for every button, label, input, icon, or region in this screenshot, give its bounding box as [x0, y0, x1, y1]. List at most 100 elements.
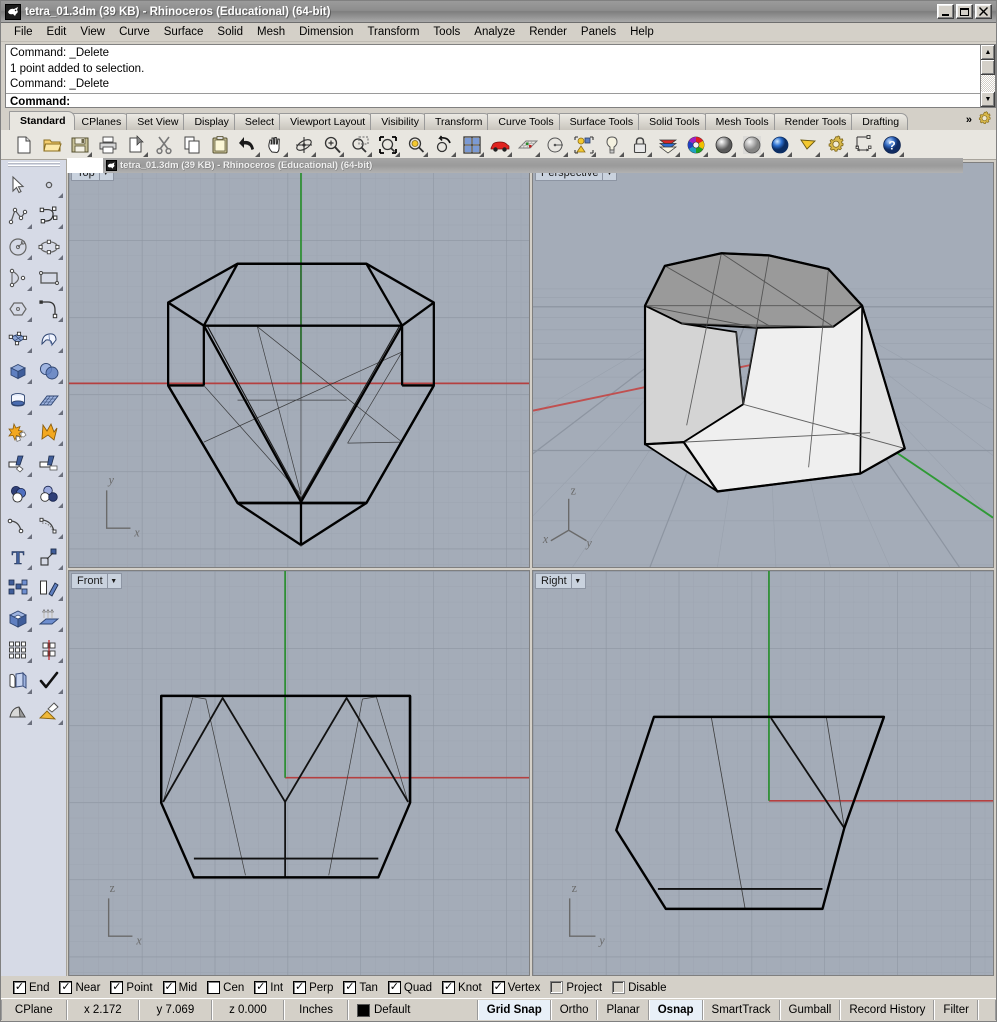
- status-toggle-osnap[interactable]: Osnap: [649, 1000, 703, 1020]
- light-bulb-icon[interactable]: [599, 132, 625, 158]
- checkbox-icon[interactable]: [207, 981, 220, 994]
- osnap-mid[interactable]: ✓Mid: [163, 981, 198, 994]
- maximize-button[interactable]: [956, 4, 973, 19]
- status-toggle-ortho[interactable]: Ortho: [551, 1000, 598, 1020]
- four-viewport-icon[interactable]: [459, 132, 485, 158]
- chevron-down-icon[interactable]: ▼: [571, 574, 584, 588]
- zoom-window-icon[interactable]: [347, 132, 373, 158]
- tab-cplanes[interactable]: CPlanes: [71, 113, 131, 130]
- paste-icon[interactable]: [207, 132, 233, 158]
- select-arrow-icon[interactable]: [795, 132, 821, 158]
- tab-standard[interactable]: Standard: [9, 111, 75, 130]
- menu-item-render[interactable]: Render: [522, 24, 574, 40]
- checkbox-icon[interactable]: [612, 981, 625, 994]
- print-icon[interactable]: [95, 132, 121, 158]
- menu-item-panels[interactable]: Panels: [574, 24, 623, 40]
- tab-overflow-icon[interactable]: »: [964, 114, 974, 126]
- checkbox-icon[interactable]: ✓: [388, 981, 401, 994]
- new-file-icon[interactable]: [11, 132, 37, 158]
- menu-item-curve[interactable]: Curve: [112, 24, 157, 40]
- close-button[interactable]: [975, 4, 992, 19]
- tab-viewport-layout[interactable]: Viewport Layout: [279, 113, 374, 130]
- tab-transform[interactable]: Transform: [424, 113, 491, 130]
- dimension-icon[interactable]: [851, 132, 877, 158]
- options-gear-icon[interactable]: [823, 132, 849, 158]
- shaded-sphere-icon[interactable]: [711, 132, 737, 158]
- checkbox-icon[interactable]: ✓: [254, 981, 267, 994]
- tab-select[interactable]: Select: [234, 113, 283, 130]
- status-cplane[interactable]: CPlane: [1, 1000, 67, 1020]
- cut-scissors-icon[interactable]: [151, 132, 177, 158]
- checkbox-icon[interactable]: ✓: [442, 981, 455, 994]
- mesh-plane-icon[interactable]: [34, 386, 65, 417]
- checkbox-icon[interactable]: ✓: [13, 981, 26, 994]
- surface-blend-icon[interactable]: [3, 665, 34, 696]
- shade-icon[interactable]: [3, 696, 34, 727]
- viewport-perspective[interactable]: z x y Perspective ▼: [532, 162, 994, 568]
- undo-icon[interactable]: [235, 132, 261, 158]
- viewport-front[interactable]: z x Front ▼: [68, 570, 530, 976]
- copy-to-clipboard-icon[interactable]: [123, 132, 149, 158]
- viewport-label-top[interactable]: Top ▼: [71, 165, 114, 181]
- osnap-near[interactable]: ✓Near: [59, 981, 100, 994]
- box-icon[interactable]: [3, 355, 34, 386]
- checkbox-icon[interactable]: ✓: [293, 981, 306, 994]
- surface-from-points-icon[interactable]: [3, 324, 34, 355]
- check-validate-icon[interactable]: [34, 665, 65, 696]
- zoom-selected-icon[interactable]: [403, 132, 429, 158]
- viewport-label-front[interactable]: Front ▼: [71, 573, 122, 589]
- cplane-grid-icon[interactable]: [515, 132, 541, 158]
- tab-surface-tools[interactable]: Surface Tools: [559, 113, 642, 130]
- status-toggle-planar[interactable]: Planar: [597, 1000, 648, 1020]
- checkbox-icon[interactable]: [550, 981, 563, 994]
- tab-drafting[interactable]: Drafting: [851, 113, 908, 130]
- zoom-extents-icon[interactable]: [375, 132, 401, 158]
- tab-set-view[interactable]: Set View: [126, 113, 187, 130]
- menu-item-analyze[interactable]: Analyze: [467, 24, 522, 40]
- polygon-icon[interactable]: [3, 293, 34, 324]
- layers-icon[interactable]: [655, 132, 681, 158]
- menu-item-help[interactable]: Help: [623, 24, 661, 40]
- viewport-front-canvas[interactable]: z x: [69, 571, 529, 975]
- layer-color-swatch[interactable]: [357, 1004, 370, 1017]
- cap-solid-icon[interactable]: [3, 603, 34, 634]
- zoom-in-icon[interactable]: [319, 132, 345, 158]
- tab-curve-tools[interactable]: Curve Tools: [487, 113, 562, 130]
- minimize-button[interactable]: [937, 4, 954, 19]
- loft-surface-icon[interactable]: [34, 324, 65, 355]
- rotate-view-icon[interactable]: [291, 132, 317, 158]
- scrollbar-thumb[interactable]: [981, 60, 995, 75]
- status-toggle-grid-snap[interactable]: Grid Snap: [478, 1000, 551, 1020]
- chevron-down-icon[interactable]: ▼: [107, 574, 120, 588]
- status-layer[interactable]: Default: [348, 1000, 478, 1020]
- command-input[interactable]: Command:: [6, 93, 980, 108]
- checkbox-icon[interactable]: ✓: [163, 981, 176, 994]
- trim-icon[interactable]: [3, 448, 34, 479]
- osnap-knot[interactable]: ✓Knot: [442, 981, 482, 994]
- open-folder-icon[interactable]: [39, 132, 65, 158]
- status-units[interactable]: Inches: [284, 1000, 348, 1020]
- menu-item-tools[interactable]: Tools: [426, 24, 467, 40]
- rotate-icon[interactable]: [34, 572, 65, 603]
- ghosted-sphere-icon[interactable]: [739, 132, 765, 158]
- osnap-tan[interactable]: ✓Tan: [343, 981, 378, 994]
- viewport-top[interactable]: y x Top ▼: [68, 162, 530, 568]
- viewport-right-canvas[interactable]: z y: [533, 571, 993, 975]
- tab-mesh-tools[interactable]: Mesh Tools: [705, 113, 778, 130]
- help-icon[interactable]: ?: [879, 132, 905, 158]
- viewport-label-perspective[interactable]: Perspective ▼: [535, 165, 617, 181]
- osnap-end[interactable]: ✓End: [13, 981, 49, 994]
- status-toggle-gumball[interactable]: Gumball: [780, 1000, 841, 1020]
- checkbox-icon[interactable]: ✓: [59, 981, 72, 994]
- explode-icon[interactable]: [3, 417, 34, 448]
- scale-icon[interactable]: [34, 541, 65, 572]
- scroll-down-icon[interactable]: ▼: [981, 92, 995, 107]
- group-objects-icon[interactable]: [571, 132, 597, 158]
- polyline-icon[interactable]: [3, 200, 34, 231]
- rectangle-icon[interactable]: [34, 262, 65, 293]
- viewport-label-right[interactable]: Right ▼: [535, 573, 586, 589]
- command-scrollbar[interactable]: ▲ ▼: [980, 44, 996, 108]
- osnap-point[interactable]: ✓Point: [110, 981, 152, 994]
- tab-render-tools[interactable]: Render Tools: [774, 113, 856, 130]
- render-car-icon[interactable]: [487, 132, 513, 158]
